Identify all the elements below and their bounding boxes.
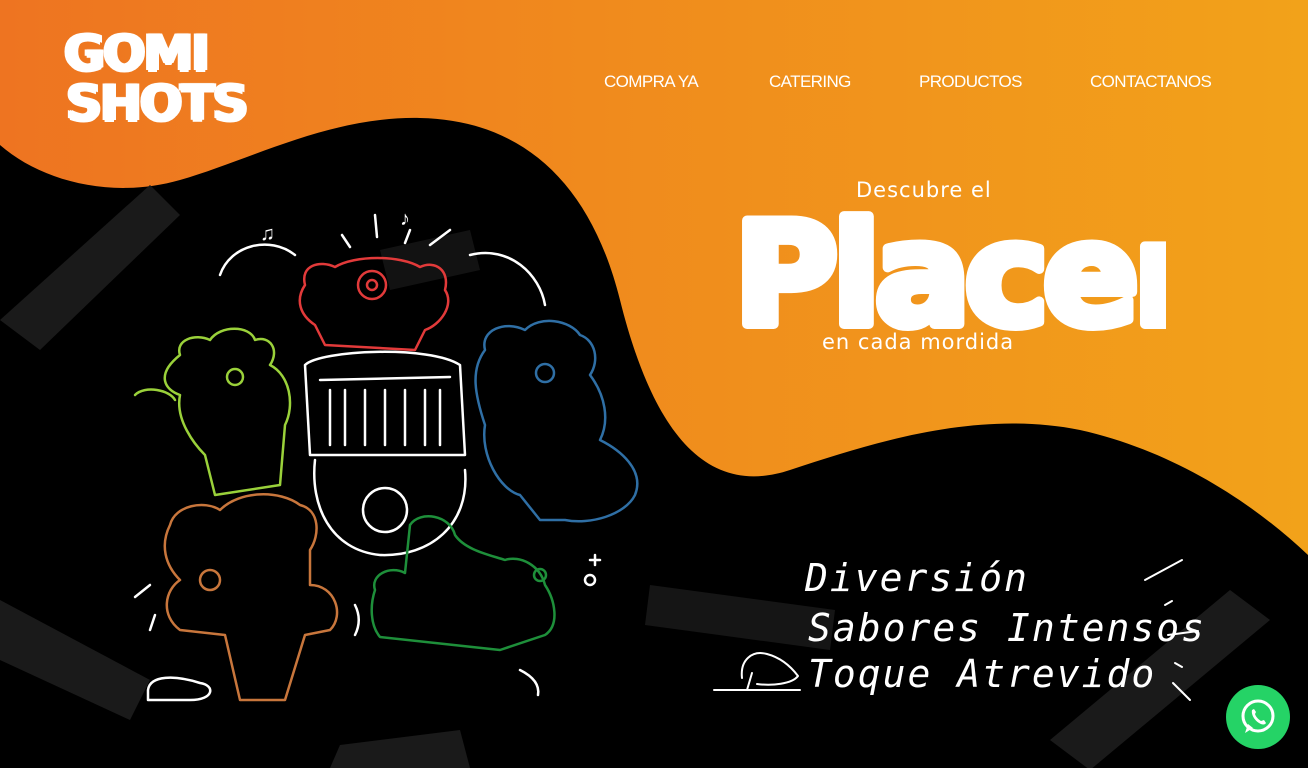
- hero-page: GOMI SHOTS COMPRA YA CATERING PRODUCTOS …: [0, 0, 1308, 768]
- red-bear: [298, 256, 450, 352]
- whatsapp-button[interactable]: [1226, 685, 1290, 749]
- svg-text:♪: ♪: [400, 208, 410, 230]
- sketch-hand-icon: [713, 652, 801, 691]
- svg-text:♫: ♫: [260, 223, 275, 245]
- nav-item-productos[interactable]: PRODUCTOS: [919, 72, 1023, 92]
- blue-bear: [474, 319, 639, 523]
- main-nav: COMPRA YA CATERING PRODUCTOS CONTACTANOS: [0, 72, 1308, 96]
- tagline-toque-atrevido: Toque Atrevido: [808, 652, 1157, 696]
- sketch-marks: [133, 553, 602, 702]
- sketch-lines-right: [1144, 559, 1199, 701]
- hero-post-text: en cada mordida: [822, 330, 1015, 354]
- nav-item-compra-ya[interactable]: COMPRA YA: [604, 72, 699, 92]
- center-monument: ♫ ♪: [218, 208, 547, 557]
- tagline-diversion: Diversión: [805, 556, 1029, 600]
- orange-bear: [163, 493, 339, 702]
- whatsapp-icon: [1241, 699, 1275, 733]
- logo-line-1: GOMI: [64, 24, 210, 82]
- nav-item-contactanos[interactable]: CONTACTANOS: [1090, 72, 1212, 92]
- nav-item-catering[interactable]: CATERING: [769, 72, 851, 92]
- dark-green-bear: [370, 515, 556, 652]
- gummy-bears-illustration: ♫ ♪: [133, 208, 639, 702]
- green-bear: [133, 327, 292, 497]
